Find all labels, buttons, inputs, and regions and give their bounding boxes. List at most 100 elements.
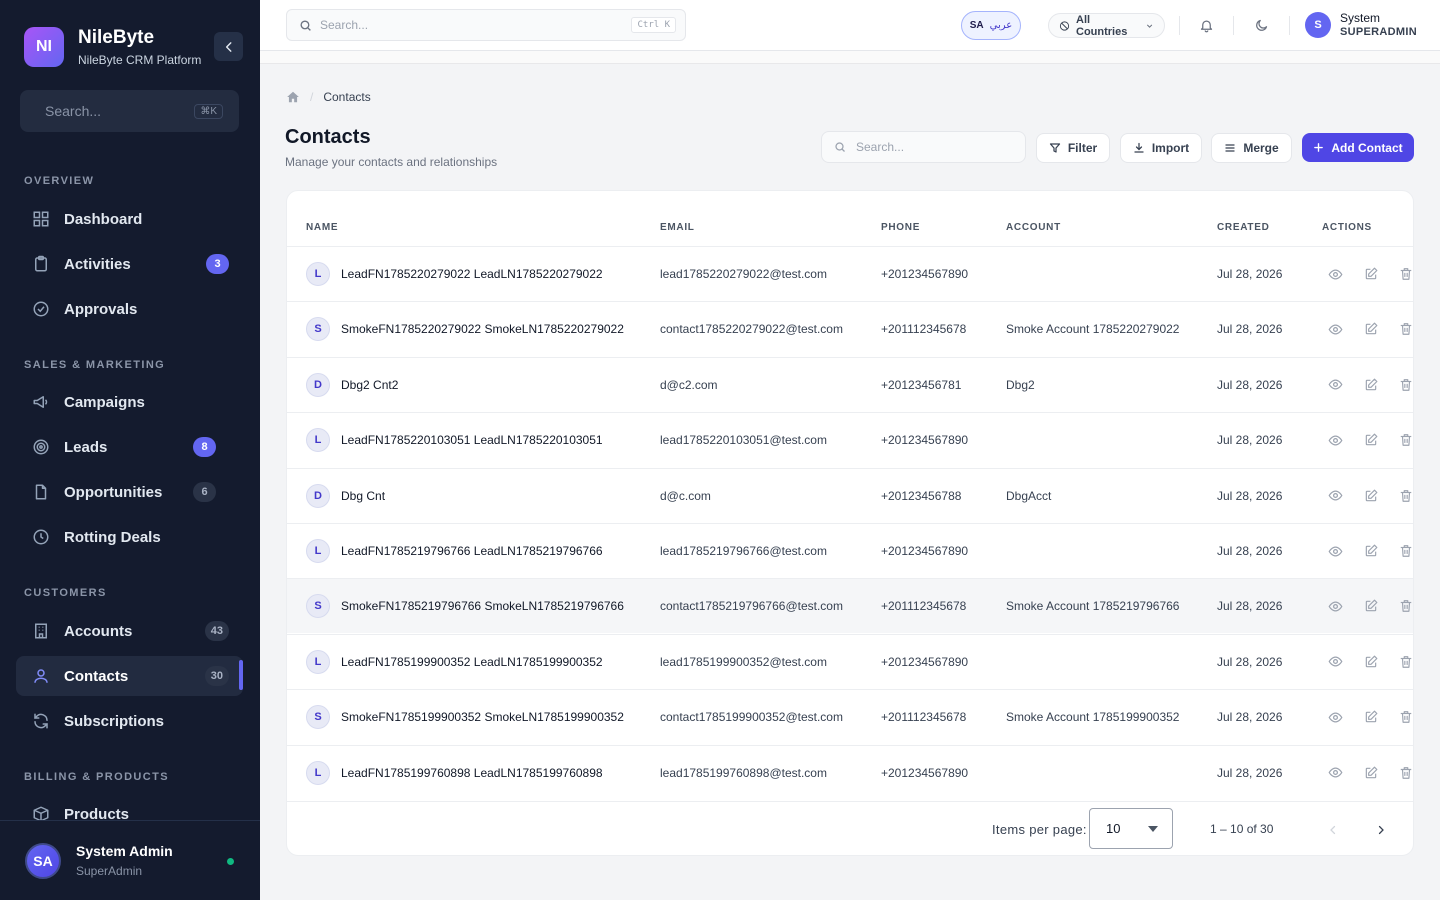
collapse-sidebar-button[interactable] bbox=[214, 32, 243, 61]
merge-label: Merge bbox=[1243, 141, 1279, 155]
sidebar-item-rotting-deals[interactable]: Rotting Deals bbox=[16, 517, 243, 557]
view-contact-button[interactable] bbox=[1327, 432, 1343, 448]
column-header-email[interactable]: EMAIL bbox=[660, 222, 695, 233]
language-toggle-button[interactable]: SA عربي bbox=[961, 11, 1021, 40]
sidebar-item-contacts[interactable]: Contacts 30 bbox=[16, 656, 243, 696]
leads-count-badge: 8 bbox=[193, 437, 216, 457]
sidebar: NI NileByte NileByte CRM Platform Search… bbox=[0, 0, 260, 900]
sidebar-search-input[interactable]: Search... ⌘K bbox=[20, 90, 239, 132]
delete-contact-button[interactable] bbox=[1398, 709, 1413, 725]
notifications-button[interactable] bbox=[1197, 16, 1215, 34]
contact-name[interactable]: Dbg2 Cnt2 bbox=[341, 378, 398, 392]
contacts-search-input[interactable]: Search... bbox=[821, 131, 1026, 163]
delete-contact-button[interactable] bbox=[1398, 543, 1413, 559]
view-contact-button[interactable] bbox=[1327, 543, 1343, 559]
contact-email: lead1785220103051@test.com bbox=[660, 433, 827, 448]
contact-created: Jul 28, 2026 bbox=[1217, 710, 1283, 725]
view-contact-button[interactable] bbox=[1327, 709, 1343, 725]
filter-button[interactable]: Filter bbox=[1036, 133, 1110, 163]
view-contact-button[interactable] bbox=[1327, 321, 1343, 337]
sidebar-user-role: SuperAdmin bbox=[76, 864, 143, 878]
view-contact-button[interactable] bbox=[1327, 598, 1343, 614]
table-row[interactable]: D Dbg2 Cnt2 d@c2.com +20123456781 Dbg2 Jul 28… bbox=[287, 356, 1413, 412]
import-button[interactable]: Import bbox=[1120, 133, 1202, 163]
table-row[interactable]: L LeadFN1785220279022 LeadLN1785220279022… bbox=[287, 246, 1413, 301]
contact-name[interactable]: SmokeFN1785199900352 SmokeLN178519990035… bbox=[341, 710, 624, 724]
sidebar-item-activities[interactable]: Activities 3 bbox=[16, 244, 243, 284]
edit-contact-button[interactable] bbox=[1363, 432, 1379, 448]
avatar[interactable]: S bbox=[1305, 12, 1331, 38]
view-contact-button[interactable] bbox=[1327, 377, 1343, 393]
country-selector[interactable]: All Countries bbox=[1048, 13, 1165, 38]
edit-contact-button[interactable] bbox=[1363, 709, 1379, 725]
brand[interactable]: NI NileByte NileByte CRM Platform bbox=[24, 27, 201, 67]
chevron-right-icon bbox=[1378, 825, 1384, 835]
topbar-user-name[interactable]: System bbox=[1340, 11, 1380, 25]
sidebar-item-approvals[interactable]: Approvals bbox=[16, 289, 243, 329]
view-contact-button[interactable] bbox=[1327, 765, 1343, 781]
sidebar-item-accounts[interactable]: Accounts 43 bbox=[16, 611, 243, 651]
column-header-account[interactable]: ACCOUNT bbox=[1006, 222, 1061, 233]
add-contact-button[interactable]: Add Contact bbox=[1302, 133, 1414, 162]
document-icon bbox=[35, 484, 47, 500]
edit-contact-button[interactable] bbox=[1363, 598, 1379, 614]
sidebar-item-leads[interactable]: Leads 8 bbox=[16, 427, 243, 467]
edit-contact-button[interactable] bbox=[1363, 765, 1379, 781]
table-row[interactable]: L LeadFN1785219796766 LeadLN1785219796766… bbox=[287, 523, 1413, 578]
delete-contact-button[interactable] bbox=[1398, 321, 1413, 337]
edit-contact-button[interactable] bbox=[1363, 321, 1379, 337]
edit-contact-button[interactable] bbox=[1363, 266, 1379, 282]
delete-contact-button[interactable] bbox=[1398, 266, 1413, 282]
sidebar-user-name: System Admin bbox=[76, 843, 173, 859]
delete-contact-button[interactable] bbox=[1398, 432, 1413, 448]
contact-name[interactable]: Dbg Cnt bbox=[341, 489, 385, 503]
contact-name[interactable]: LeadFN1785199900352 LeadLN1785199900352 bbox=[341, 655, 603, 669]
table-row[interactable]: L LeadFN1785220103051 LeadLN1785220103051… bbox=[287, 412, 1413, 467]
contact-email: lead1785199900352@test.com bbox=[660, 654, 827, 669]
table-row[interactable]: L LeadFN1785199760898 LeadLN1785199760898… bbox=[287, 744, 1413, 800]
items-per-page-select[interactable]: 10 bbox=[1089, 808, 1173, 849]
sidebar-item-dashboard[interactable]: Dashboard bbox=[16, 199, 243, 239]
contact-name[interactable]: SmokeFN1785220279022 SmokeLN178522027902… bbox=[341, 322, 624, 336]
column-header-name[interactable]: NAME bbox=[306, 222, 338, 233]
table-row[interactable]: S SmokeFN1785199900352 SmokeLN17851999003… bbox=[287, 689, 1413, 744]
delete-contact-button[interactable] bbox=[1398, 765, 1413, 781]
sidebar-item-subscriptions[interactable]: Subscriptions bbox=[16, 701, 243, 741]
contact-name[interactable]: LeadFN1785219796766 LeadLN1785219796766 bbox=[341, 544, 603, 558]
view-contact-button[interactable] bbox=[1327, 654, 1343, 670]
sidebar-item-label: Campaigns bbox=[64, 393, 145, 411]
eye-icon bbox=[1328, 379, 1342, 390]
home-icon[interactable] bbox=[286, 90, 300, 104]
contact-created: Jul 28, 2026 bbox=[1217, 377, 1283, 392]
edit-contact-button[interactable] bbox=[1363, 488, 1379, 504]
delete-contact-button[interactable] bbox=[1398, 488, 1413, 504]
previous-page-button[interactable] bbox=[1323, 820, 1343, 840]
table-row[interactable]: S SmokeFN1785219796766 SmokeLN17852197967… bbox=[287, 578, 1413, 634]
contact-name[interactable]: SmokeFN1785219796766 SmokeLN178521979676… bbox=[341, 599, 624, 613]
contact-name[interactable]: LeadFN1785220103051 LeadLN1785220103051 bbox=[341, 433, 603, 447]
theme-toggle-button[interactable] bbox=[1252, 16, 1270, 34]
contact-name[interactable]: LeadFN1785220279022 LeadLN1785220279022 bbox=[341, 267, 603, 281]
sidebar-item-campaigns[interactable]: Campaigns bbox=[16, 382, 243, 422]
column-header-created[interactable]: CREATED bbox=[1217, 222, 1270, 233]
contacts-count-badge: 30 bbox=[204, 666, 229, 686]
sidebar-user-panel[interactable]: SA System Admin SuperAdmin bbox=[0, 820, 260, 900]
global-search-input[interactable]: Search... Ctrl K bbox=[286, 9, 686, 41]
moon-icon bbox=[1255, 19, 1267, 31]
next-page-button[interactable] bbox=[1371, 820, 1391, 840]
delete-contact-button[interactable] bbox=[1398, 654, 1413, 670]
edit-contact-button[interactable] bbox=[1363, 377, 1379, 393]
column-header-phone[interactable]: PHONE bbox=[881, 222, 920, 233]
delete-contact-button[interactable] bbox=[1398, 377, 1413, 393]
merge-button[interactable]: Merge bbox=[1211, 133, 1292, 163]
sidebar-item-opportunities[interactable]: Opportunities 6 bbox=[16, 472, 243, 512]
view-contact-button[interactable] bbox=[1327, 266, 1343, 282]
view-contact-button[interactable] bbox=[1327, 488, 1343, 504]
table-row[interactable]: D Dbg Cnt d@c.com +20123456788 DbgAcct Jul 28… bbox=[287, 467, 1413, 523]
table-row[interactable]: L LeadFN1785199900352 LeadLN1785199900352… bbox=[287, 633, 1413, 689]
edit-contact-button[interactable] bbox=[1363, 543, 1379, 559]
contact-name[interactable]: LeadFN1785199760898 LeadLN1785199760898 bbox=[341, 766, 603, 780]
edit-contact-button[interactable] bbox=[1363, 654, 1379, 670]
delete-contact-button[interactable] bbox=[1398, 598, 1413, 614]
table-row[interactable]: S SmokeFN1785220279022 SmokeLN17852202790… bbox=[287, 301, 1413, 356]
